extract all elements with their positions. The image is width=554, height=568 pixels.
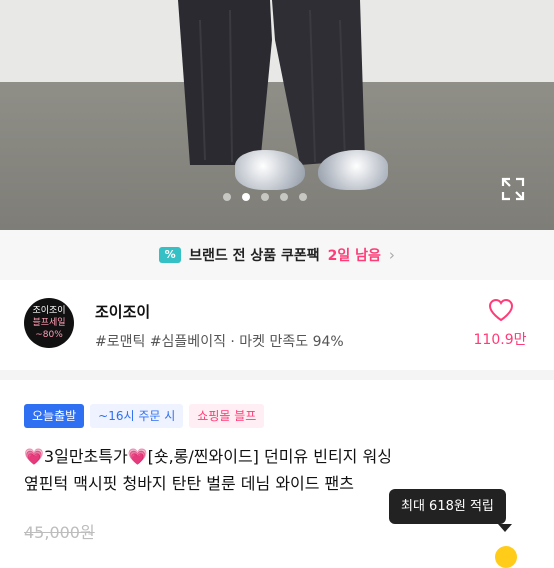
heart-icon[interactable] xyxy=(488,298,514,322)
carousel-dot[interactable] xyxy=(223,193,231,201)
carousel-dots[interactable] xyxy=(223,193,307,201)
sneaker-left-image xyxy=(235,150,305,190)
chevron-right-icon: › xyxy=(388,246,395,264)
pink-heart-icon: 💗 xyxy=(127,447,148,466)
coupon-days-left: 2일 남음 xyxy=(327,248,381,264)
coin-icon[interactable] xyxy=(495,546,517,568)
coupon-banner-text: 브랜드 전 상품 쿠폰팩 xyxy=(189,248,320,264)
store-logo-name: 조이조이 xyxy=(32,306,66,316)
pink-heart-icon: 💗 xyxy=(24,447,44,466)
badge-order-cutoff: ~16시 주문 시 xyxy=(90,404,184,428)
delivery-badges: 오늘출발 ~16시 주문 시 쇼핑몰 블프 xyxy=(24,404,265,428)
section-divider xyxy=(0,370,554,380)
original-price: 45,000원 xyxy=(24,523,95,542)
store-tags: #로맨틱 #심플베이직 · 마켓 만족도 94% xyxy=(95,334,344,350)
coupon-icon: % xyxy=(159,247,182,263)
product-title-main: [숏,롱/찐와이드] 던미유 빈티지 워싱 xyxy=(147,447,392,466)
product-title-line2: 옆핀턱 맥시핏 청바지 탄탄 벌룬 데님 와이드 팬츠 xyxy=(24,474,355,493)
badge-black-friday: 쇼핑몰 블프 xyxy=(189,404,265,428)
product-image-carousel[interactable] xyxy=(0,0,554,230)
coupon-pack-banner[interactable]: % 브랜드 전 상품 쿠폰팩 2일 남음 › xyxy=(0,230,554,280)
carousel-dot-active[interactable] xyxy=(242,193,250,201)
store-logo-sale: 블프세일 xyxy=(32,318,66,328)
like-count: 110.9만 xyxy=(473,332,527,348)
store-logo[interactable]: 조이조이 블프세일 ~80% xyxy=(24,298,74,348)
product-title-promo: 3일만초특가 xyxy=(43,447,128,466)
carousel-dot[interactable] xyxy=(261,193,269,201)
store-info-section[interactable] xyxy=(0,280,554,370)
wide-denim-pants-image xyxy=(178,0,365,165)
store-name[interactable]: 조이조이 xyxy=(95,301,150,322)
store-logo-discount: ~80% xyxy=(35,330,63,340)
carousel-dot[interactable] xyxy=(280,193,288,201)
expand-icon[interactable] xyxy=(500,176,526,202)
tooltip-arrow xyxy=(498,524,512,532)
sneaker-right-image xyxy=(318,150,388,190)
points-tooltip: 최대 618원 적립 xyxy=(389,489,506,524)
badge-today-shipping: 오늘출발 xyxy=(24,404,85,428)
carousel-dot[interactable] xyxy=(299,193,307,201)
